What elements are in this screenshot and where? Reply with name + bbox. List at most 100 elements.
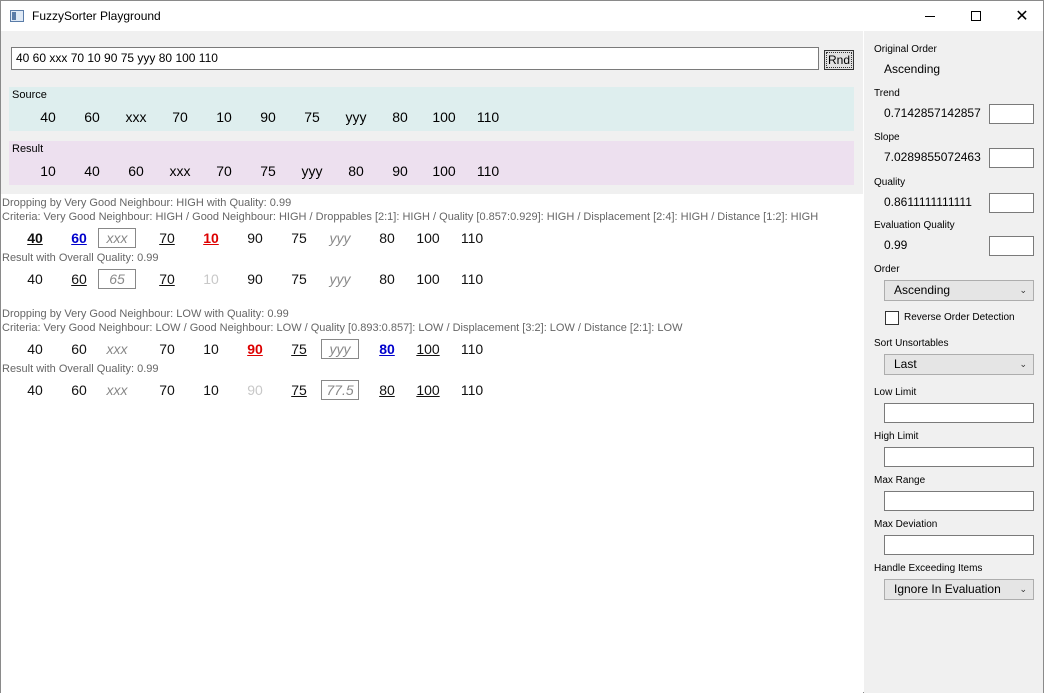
value-cell: xxx: [98, 228, 136, 248]
value-cell: 80: [392, 109, 408, 125]
value-cell: 60: [128, 163, 144, 179]
value-cell: xxx: [125, 109, 147, 125]
trend-input[interactable]: [989, 104, 1034, 124]
value-cell: 40: [40, 109, 56, 125]
value-cell: 80: [379, 341, 395, 357]
value-cell: 80: [379, 382, 395, 398]
value-cell: 40: [27, 271, 43, 287]
value-cell: 10: [203, 230, 219, 246]
max-deviation-input[interactable]: [884, 535, 1034, 555]
title-bar: FuzzySorter Playground ✕: [1, 1, 1043, 31]
trend-value: 0.7142857142857: [884, 106, 981, 120]
value-cell: 10: [203, 382, 219, 398]
high-row-1: 40 60 xxx 70 10 90 75 yyy 80 100 110: [1, 228, 863, 250]
max-range-input[interactable]: [884, 491, 1034, 511]
eval-quality-value: 0.99: [884, 238, 908, 252]
slope-input[interactable]: [989, 148, 1034, 168]
original-order-value: Ascending: [884, 62, 941, 76]
value-cell: xxx: [169, 163, 191, 179]
value-cell: 75: [260, 163, 276, 179]
handle-exceeding-label: Handle Exceeding Items: [874, 563, 983, 574]
value-cell: 100: [416, 382, 440, 398]
value-cell: yyy: [329, 271, 351, 287]
value-cell: yyy: [345, 109, 367, 125]
value-cell: 10: [203, 271, 219, 287]
value-cell: 40: [27, 382, 43, 398]
value-cell: 70: [159, 382, 175, 398]
value-cell: 40: [84, 163, 100, 179]
high-criteria: Criteria: Very Good Neighbour: HIGH / Go…: [2, 211, 819, 223]
value-cell: 90: [260, 109, 276, 125]
value-cell: 70: [172, 109, 188, 125]
value-cell: 110: [460, 382, 484, 398]
value-cell: 70: [159, 271, 175, 287]
handle-exceeding-select[interactable]: Ignore In Evaluation ⌄: [884, 579, 1034, 600]
value-cell: 40: [27, 230, 43, 246]
value-cell: yyy: [321, 339, 359, 359]
maximize-button[interactable]: [953, 1, 999, 31]
high-heading: Dropping by Very Good Neighbour: HIGH wi…: [2, 197, 292, 209]
trend-label: Trend: [874, 88, 900, 99]
eval-quality-label: Evaluation Quality: [874, 220, 955, 231]
result-values: 10 40 60 xxx 70 75 yyy 80 90 100 110: [9, 161, 854, 181]
order-select[interactable]: Ascending ⌄: [884, 280, 1034, 301]
result-band: Result 10 40 60 xxx 70 75 yyy 80 90 100 110: [9, 141, 854, 185]
value-cell: xxx: [106, 382, 128, 398]
sort-unsortables-select[interactable]: Last ⌄: [884, 354, 1034, 375]
minimize-icon: [925, 15, 935, 17]
order-select-value: Ascending: [894, 283, 951, 297]
value-cell: 80: [379, 271, 395, 287]
value-cell: 90: [247, 271, 263, 287]
sort-unsortables-label: Sort Unsortables: [874, 338, 949, 349]
value-cell: 110: [460, 341, 484, 357]
close-button[interactable]: ✕: [999, 1, 1044, 31]
value-cell: 60: [84, 109, 100, 125]
value-cell: 90: [247, 341, 263, 357]
value-cell: yyy: [301, 163, 323, 179]
high-limit-label: High Limit: [874, 431, 919, 442]
low-limit-input[interactable]: [884, 403, 1034, 423]
value-cell: 100: [432, 163, 456, 179]
value-cell: 75: [304, 109, 320, 125]
reverse-order-label: Reverse Order Detection: [904, 312, 1015, 323]
window-title: FuzzySorter Playground: [32, 9, 161, 23]
value-cell: 10: [40, 163, 56, 179]
value-cell: 70: [159, 341, 175, 357]
order-label: Order: [874, 264, 900, 275]
value-cell: 100: [432, 109, 456, 125]
eval-quality-input[interactable]: [989, 236, 1034, 256]
main-panel: 40 60 xxx 70 10 90 75 yyy 80 100 110 Rnd…: [1, 31, 863, 693]
original-order-label: Original Order: [874, 44, 937, 55]
low-result-heading: Result with Overall Quality: 0.99: [2, 363, 159, 375]
random-button[interactable]: Rnd: [824, 50, 854, 70]
value-cell: 80: [379, 230, 395, 246]
value-cell: 65: [98, 269, 136, 289]
minimize-button[interactable]: [907, 1, 953, 31]
value-cell: 70: [216, 163, 232, 179]
slope-value: 7.0289855072463: [884, 150, 981, 164]
chevron-down-icon: ⌄: [1019, 584, 1027, 594]
source-label: Source: [12, 89, 47, 101]
handle-exceeding-value: Ignore In Evaluation: [894, 582, 1001, 596]
chevron-down-icon: ⌄: [1019, 285, 1027, 295]
quality-input[interactable]: [989, 193, 1034, 213]
sequence-input[interactable]: 40 60 xxx 70 10 90 75 yyy 80 100 110: [11, 47, 819, 70]
value-cell: 10: [216, 109, 232, 125]
result-label: Result: [12, 143, 44, 155]
low-limit-label: Low Limit: [874, 387, 917, 398]
high-limit-input[interactable]: [884, 447, 1034, 467]
source-values: 40 60 xxx 70 10 90 75 yyy 80 100 110: [9, 107, 854, 127]
sort-unsortables-value: Last: [894, 357, 917, 371]
value-cell: 60: [71, 230, 87, 246]
value-cell: 70: [159, 230, 175, 246]
value-cell: 100: [416, 341, 440, 357]
value-cell: 10: [203, 341, 219, 357]
low-criteria: Criteria: Very Good Neighbour: LOW / Goo…: [2, 322, 683, 334]
value-cell: 75: [291, 271, 307, 287]
value-cell: 40: [27, 341, 43, 357]
input-area: 40 60 xxx 70 10 90 75 yyy 80 100 110 Rnd…: [1, 31, 863, 194]
low-row-2: 40 60 xxx 70 10 90 75 77.5 80 100 110: [1, 380, 863, 402]
value-cell: 75: [291, 230, 307, 246]
close-icon: ✕: [1015, 8, 1029, 25]
reverse-order-checkbox[interactable]: [885, 311, 899, 325]
